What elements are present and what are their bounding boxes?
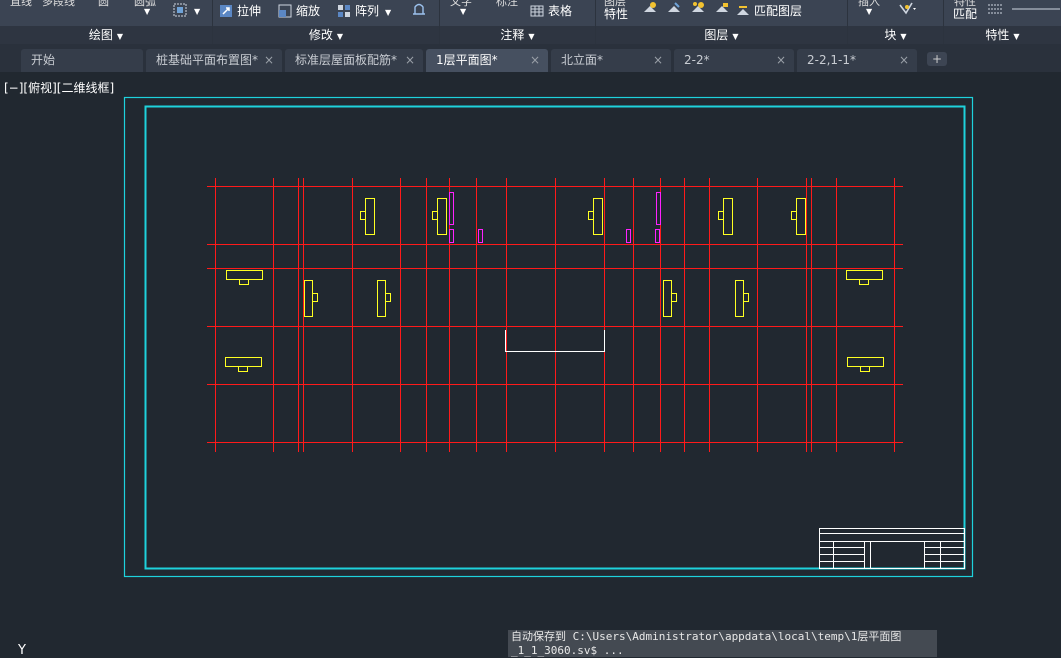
command-history-line-1: 自动保存到 C:\Users\Administrator\appdata\loc…	[511, 630, 902, 643]
tab-label: 2-2,1-1*	[807, 53, 857, 67]
stretch-button[interactable]: 拉伸	[219, 1, 261, 21]
tab-label: 桩基础平面布置图*	[156, 53, 259, 67]
polyline-tool-label[interactable]: 多段线	[42, 0, 75, 8]
layer-off-icon	[644, 2, 656, 12]
tab-section-2-2[interactable]: 2-2* ×	[674, 49, 794, 72]
hatch-dropdown-icon[interactable]: ▼	[194, 2, 200, 22]
stretch-icon	[220, 5, 232, 17]
command-line[interactable]: 自动保存到 C:\Users\Administrator\appdata\loc…	[508, 630, 937, 657]
line-tool-label[interactable]: 直线	[10, 0, 32, 8]
text-dropdown-icon[interactable]: ▼	[460, 2, 466, 22]
block-panel-title[interactable]: 块 ▼	[848, 26, 943, 44]
new-tab-button[interactable]: +	[927, 52, 947, 66]
tab-floor-1-plan[interactable]: 1层平面图* ×	[426, 49, 548, 72]
stretch-label: 拉伸	[237, 4, 262, 18]
modify-panel-title[interactable]: 修改 ▼	[213, 26, 439, 44]
annotate-panel-title[interactable]: 注释 ▼	[440, 26, 595, 44]
tab-start[interactable]: 开始	[21, 49, 143, 72]
edge-symbols	[225, 270, 884, 372]
ribbon: 直线 多段线 圆 圆弧 ▼ ▼ 绘图 ▼ 拉伸 缩放 阵列 ▼ 修改 ▼ 文字 标注 …	[0, 0, 1061, 44]
table-label: 表格	[548, 4, 573, 18]
column-symbols-middle	[304, 280, 749, 317]
insert-dropdown-icon[interactable]: ▼	[866, 2, 872, 22]
linetype-selector[interactable]	[1010, 1, 1060, 21]
properties-panel-title[interactable]: 特性 ▼	[944, 26, 1061, 44]
hatch-icon[interactable]	[172, 2, 188, 22]
block-edit-icon[interactable]	[898, 1, 920, 21]
scale-button[interactable]: 缩放	[278, 1, 320, 21]
scale-label: 缩放	[296, 4, 321, 18]
modify-panel: 拉伸 缩放 阵列 ▼ 修改 ▼	[213, 0, 440, 44]
tab-north-elevation[interactable]: 北立面* ×	[551, 49, 671, 72]
outer-frame	[123, 96, 974, 578]
tab-label: 1层平面图*	[436, 53, 498, 67]
array-icon	[338, 5, 350, 17]
block-panel: 插入 ▼ 块 ▼	[848, 0, 944, 44]
array-label: 阵列	[355, 4, 380, 18]
layer-tools-icons[interactable]	[642, 0, 742, 20]
layer-lock-icon	[716, 3, 728, 12]
tab-close-icon[interactable]: ×	[653, 49, 663, 71]
column-symbols-top	[360, 198, 806, 235]
tab-close-icon[interactable]: ×	[776, 49, 786, 71]
draw-panel-title[interactable]: 绘图 ▼	[0, 26, 212, 44]
match-layer-icon	[737, 6, 749, 15]
tab-label: 北立面*	[561, 53, 604, 67]
tab-pile-foundation[interactable]: 桩基础平面布置图* ×	[146, 49, 282, 72]
table-button[interactable]: 表格	[530, 1, 572, 21]
file-tab-bar: 开始 桩基础平面布置图* × 标准层屋面板配筋* × 1层平面图* × 北立面* × 2…	[0, 44, 1061, 72]
tab-close-icon[interactable]: ×	[899, 49, 909, 71]
tab-label: 开始	[31, 53, 56, 67]
edit-polyline-icon[interactable]	[411, 1, 427, 21]
layer-isolate-icon	[668, 2, 680, 12]
tab-close-icon[interactable]: ×	[530, 49, 540, 71]
draw-panel: 直线 多段线 圆 圆弧 ▼ ▼ 绘图 ▼	[0, 0, 213, 44]
tab-close-icon[interactable]: ×	[405, 49, 415, 71]
match-properties-label[interactable]: 匹配	[953, 4, 977, 24]
properties-panel: 特性 匹配 特性 ▼	[944, 0, 1061, 44]
annotate-panel: 文字 标注 ▼ 表格 注释 ▼	[440, 0, 596, 44]
tab-standard-floor[interactable]: 标准层屋面板配筋* ×	[285, 49, 423, 72]
scale-icon	[278, 4, 292, 18]
circle-tool-label[interactable]: 圆	[98, 0, 109, 8]
layers-panel: 图层 特性 匹配图层 图层 ▼	[596, 0, 848, 44]
tab-close-icon[interactable]: ×	[264, 49, 274, 71]
layer-freeze-icon	[692, 2, 704, 12]
match-layer-button[interactable]: 匹配图层	[736, 1, 802, 21]
array-button[interactable]: 阵列 ▼	[337, 1, 391, 21]
layers-panel-title[interactable]: 图层 ▼	[596, 26, 847, 44]
layer-properties-label[interactable]: 特性	[604, 4, 628, 24]
ucs-icon: Y	[18, 643, 26, 658]
match-layer-label: 匹配图层	[754, 4, 803, 18]
tab-section-2-2-1-1[interactable]: 2-2,1-1* ×	[797, 49, 917, 72]
drawing-canvas[interactable]	[0, 72, 1061, 630]
command-history-line-2: _1_1_3060.sv$ ...	[511, 644, 624, 657]
dimension-tool-label[interactable]: 标注	[496, 0, 518, 8]
tab-label: 2-2*	[684, 53, 710, 67]
lineweight-icon[interactable]	[986, 1, 1004, 21]
axis-grid	[207, 178, 903, 452]
table-icon	[530, 5, 544, 17]
tab-label: 标准层屋面板配筋*	[295, 53, 398, 67]
array-dropdown-icon[interactable]: ▼	[385, 8, 391, 17]
title-block	[819, 528, 965, 569]
arc-dropdown-icon[interactable]: ▼	[144, 2, 150, 22]
